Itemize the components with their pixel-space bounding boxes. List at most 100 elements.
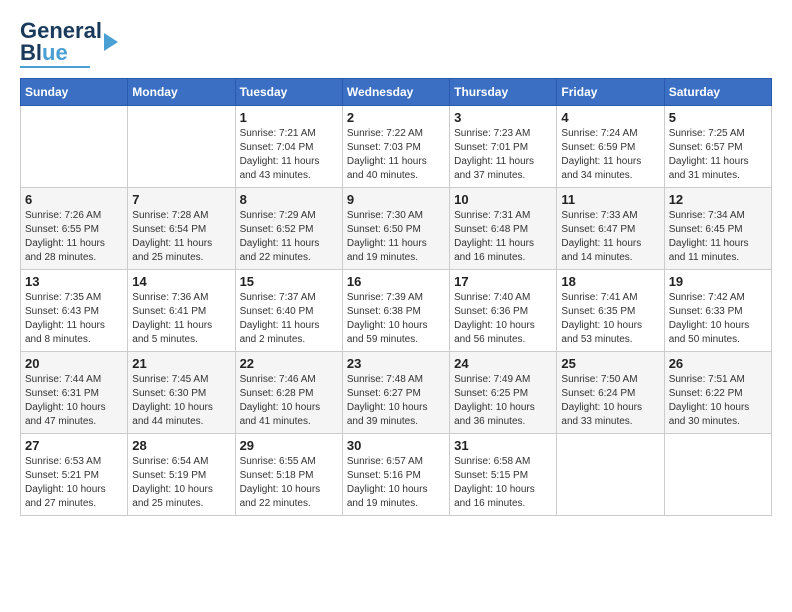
day-info: Sunrise: 6:55 AMSunset: 5:18 PMDaylight:…: [240, 455, 338, 511]
weekday-header-sunday: Sunday: [21, 79, 128, 106]
calendar-cell: 26Sunrise: 7:51 AMSunset: 6:22 PMDayligh…: [664, 352, 771, 434]
calendar-cell: 29 Sunrise: 6:55 AMSunset: 5:18 PMDayligh…: [235, 434, 342, 516]
page-header: GeneralBlue: [20, 20, 772, 68]
calendar-cell: 22 Sunrise: 7:46 AMSunset: 6:28 PMDayligh…: [235, 352, 342, 434]
day-number: 2: [347, 110, 445, 125]
calendar-cell: 20 Sunrise: 7:44 AMSunset: 6:31 PMDayligh…: [21, 352, 128, 434]
day-info: Sunrise: 7:51 AMSunset: 6:22 PMDaylight:…: [669, 373, 767, 429]
day-number: 17: [454, 274, 552, 289]
day-info: Sunrise: 6:58 AMSunset: 5:15 PMDaylight:…: [454, 455, 552, 511]
day-number: 22: [240, 356, 338, 371]
day-number: 1: [240, 110, 338, 125]
day-info: Sunrise: 7:36 AMSunset: 6:41 PMDaylight:…: [132, 291, 230, 347]
day-number: 5: [669, 110, 767, 125]
day-info: Sunrise: 7:26 AMSunset: 6:55 PMDaylight:…: [25, 209, 123, 265]
weekday-header-monday: Monday: [128, 79, 235, 106]
calendar-cell: 24Sunrise: 7:49 AMSunset: 6:25 PMDayligh…: [450, 352, 557, 434]
calendar-cell: 18 Sunrise: 7:41 AMSunset: 6:35 PMDayligh…: [557, 270, 664, 352]
day-number: 20: [25, 356, 123, 371]
calendar-cell: 8 Sunrise: 7:29 AMSunset: 6:52 PMDaylight…: [235, 188, 342, 270]
day-number: 18: [561, 274, 659, 289]
day-info: Sunrise: 7:29 AMSunset: 6:52 PMDaylight:…: [240, 209, 338, 265]
day-info: Sunrise: 7:23 AMSunset: 7:01 PMDaylight:…: [454, 127, 552, 183]
day-number: 9: [347, 192, 445, 207]
day-info: Sunrise: 7:46 AMSunset: 6:28 PMDaylight:…: [240, 373, 338, 429]
day-info: Sunrise: 7:24 AMSunset: 6:59 PMDaylight:…: [561, 127, 659, 183]
weekday-header-wednesday: Wednesday: [342, 79, 449, 106]
day-info: Sunrise: 7:44 AMSunset: 6:31 PMDaylight:…: [25, 373, 123, 429]
day-number: 24: [454, 356, 552, 371]
day-info: Sunrise: 7:39 AMSunset: 6:38 PMDaylight:…: [347, 291, 445, 347]
day-number: 31: [454, 438, 552, 453]
day-info: Sunrise: 6:54 AMSunset: 5:19 PMDaylight:…: [132, 455, 230, 511]
day-info: Sunrise: 7:40 AMSunset: 6:36 PMDaylight:…: [454, 291, 552, 347]
day-number: 3: [454, 110, 552, 125]
calendar-week-3: 13 Sunrise: 7:35 AMSunset: 6:43 PMDayligh…: [21, 270, 772, 352]
day-info: Sunrise: 7:35 AMSunset: 6:43 PMDaylight:…: [25, 291, 123, 347]
day-info: Sunrise: 7:25 AMSunset: 6:57 PMDaylight:…: [669, 127, 767, 183]
day-number: 25: [561, 356, 659, 371]
day-number: 13: [25, 274, 123, 289]
logo-text: GeneralBlue: [20, 20, 102, 64]
day-number: 11: [561, 192, 659, 207]
calendar-cell: 1 Sunrise: 7:21 AMSunset: 7:04 PMDaylight…: [235, 106, 342, 188]
calendar-cell: [128, 106, 235, 188]
day-info: Sunrise: 6:53 AMSunset: 5:21 PMDaylight:…: [25, 455, 123, 511]
day-number: 15: [240, 274, 338, 289]
calendar-cell: [21, 106, 128, 188]
calendar-cell: 31 Sunrise: 6:58 AMSunset: 5:15 PMDayligh…: [450, 434, 557, 516]
weekday-header-friday: Friday: [557, 79, 664, 106]
calendar-week-2: 6 Sunrise: 7:26 AMSunset: 6:55 PMDaylight…: [21, 188, 772, 270]
day-number: 8: [240, 192, 338, 207]
calendar-cell: [664, 434, 771, 516]
logo-arrow-icon: [104, 33, 118, 51]
day-info: Sunrise: 7:30 AMSunset: 6:50 PMDaylight:…: [347, 209, 445, 265]
weekday-header-tuesday: Tuesday: [235, 79, 342, 106]
calendar-cell: 11Sunrise: 7:33 AMSunset: 6:47 PMDayligh…: [557, 188, 664, 270]
calendar-cell: 14 Sunrise: 7:36 AMSunset: 6:41 PMDayligh…: [128, 270, 235, 352]
weekday-header-row: SundayMondayTuesdayWednesdayThursdayFrid…: [21, 79, 772, 106]
day-number: 30: [347, 438, 445, 453]
calendar-cell: 9 Sunrise: 7:30 AMSunset: 6:50 PMDaylight…: [342, 188, 449, 270]
day-number: 28: [132, 438, 230, 453]
day-number: 14: [132, 274, 230, 289]
calendar-cell: 2 Sunrise: 7:22 AMSunset: 7:03 PMDaylight…: [342, 106, 449, 188]
day-number: 10: [454, 192, 552, 207]
day-info: Sunrise: 7:50 AMSunset: 6:24 PMDaylight:…: [561, 373, 659, 429]
calendar-cell: 27 Sunrise: 6:53 AMSunset: 5:21 PMDayligh…: [21, 434, 128, 516]
calendar-cell: 21Sunrise: 7:45 AMSunset: 6:30 PMDayligh…: [128, 352, 235, 434]
calendar-cell: 3 Sunrise: 7:23 AMSunset: 7:01 PMDaylight…: [450, 106, 557, 188]
calendar-cell: 17 Sunrise: 7:40 AMSunset: 6:36 PMDayligh…: [450, 270, 557, 352]
day-number: 29: [240, 438, 338, 453]
weekday-header-saturday: Saturday: [664, 79, 771, 106]
calendar-cell: 23Sunrise: 7:48 AMSunset: 6:27 PMDayligh…: [342, 352, 449, 434]
calendar-cell: 5 Sunrise: 7:25 AMSunset: 6:57 PMDaylight…: [664, 106, 771, 188]
calendar-cell: 28 Sunrise: 6:54 AMSunset: 5:19 PMDayligh…: [128, 434, 235, 516]
day-info: Sunrise: 7:28 AMSunset: 6:54 PMDaylight:…: [132, 209, 230, 265]
calendar-week-5: 27 Sunrise: 6:53 AMSunset: 5:21 PMDayligh…: [21, 434, 772, 516]
calendar-cell: 19Sunrise: 7:42 AMSunset: 6:33 PMDayligh…: [664, 270, 771, 352]
calendar-week-4: 20 Sunrise: 7:44 AMSunset: 6:31 PMDayligh…: [21, 352, 772, 434]
day-info: Sunrise: 7:31 AMSunset: 6:48 PMDaylight:…: [454, 209, 552, 265]
day-number: 6: [25, 192, 123, 207]
calendar-cell: 13 Sunrise: 7:35 AMSunset: 6:43 PMDayligh…: [21, 270, 128, 352]
calendar-table: SundayMondayTuesdayWednesdayThursdayFrid…: [20, 78, 772, 516]
logo-underline: [20, 66, 90, 68]
calendar-cell: 7 Sunrise: 7:28 AMSunset: 6:54 PMDaylight…: [128, 188, 235, 270]
calendar-cell: 10 Sunrise: 7:31 AMSunset: 6:48 PMDayligh…: [450, 188, 557, 270]
day-info: Sunrise: 7:37 AMSunset: 6:40 PMDaylight:…: [240, 291, 338, 347]
day-info: Sunrise: 7:41 AMSunset: 6:35 PMDaylight:…: [561, 291, 659, 347]
day-number: 27: [25, 438, 123, 453]
calendar-cell: 25 Sunrise: 7:50 AMSunset: 6:24 PMDayligh…: [557, 352, 664, 434]
day-info: Sunrise: 7:22 AMSunset: 7:03 PMDaylight:…: [347, 127, 445, 183]
day-number: 7: [132, 192, 230, 207]
day-info: Sunrise: 7:21 AMSunset: 7:04 PMDaylight:…: [240, 127, 338, 183]
day-number: 21: [132, 356, 230, 371]
calendar-cell: 6 Sunrise: 7:26 AMSunset: 6:55 PMDaylight…: [21, 188, 128, 270]
calendar-cell: 16Sunrise: 7:39 AMSunset: 6:38 PMDayligh…: [342, 270, 449, 352]
day-info: Sunrise: 7:34 AMSunset: 6:45 PMDaylight:…: [669, 209, 767, 265]
weekday-header-thursday: Thursday: [450, 79, 557, 106]
calendar-cell: 12Sunrise: 7:34 AMSunset: 6:45 PMDayligh…: [664, 188, 771, 270]
day-number: 23: [347, 356, 445, 371]
calendar-cell: [557, 434, 664, 516]
